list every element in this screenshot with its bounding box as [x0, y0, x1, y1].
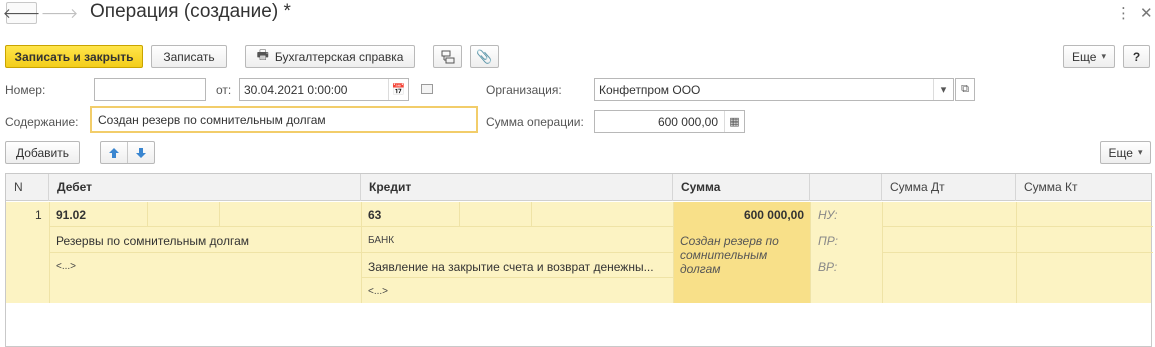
- window-title: Операция (создание) *: [90, 1, 291, 22]
- date-label: от:: [216, 83, 232, 97]
- column-divider: [219, 202, 220, 226]
- structure-button[interactable]: [433, 45, 462, 68]
- accounting-report-button[interactable]: 🖶 Бухгалтерская справка: [245, 45, 415, 68]
- chevron-down-icon: ▾: [1137, 147, 1143, 157]
- arrow-up-icon: [108, 147, 119, 158]
- forward-button[interactable]: 🡒: [41, 2, 79, 24]
- amount-value[interactable]: 600 000,00: [673, 208, 804, 222]
- col-credit[interactable]: Кредит: [361, 174, 673, 201]
- table-more-label: Еще: [1108, 145, 1133, 160]
- calendar-icon[interactable]: 📅: [388, 79, 408, 100]
- credit-subconto-1[interactable]: БАНК: [368, 235, 394, 246]
- paperclip-icon: 📎: [476, 48, 493, 64]
- structure-icon: [441, 50, 454, 63]
- content-label: Содержание:: [5, 115, 79, 129]
- col-debit[interactable]: Дебет: [49, 174, 361, 201]
- arrow-down-icon: [135, 147, 146, 158]
- content-value: Создан резерв по сомнительным долгам: [98, 112, 326, 127]
- more-button-label: Еще: [1072, 49, 1097, 64]
- table-header: N Дебет Кредит Сумма Сумма Дт Сумма Кт: [6, 174, 1151, 201]
- row-divider: [361, 277, 673, 278]
- col-n[interactable]: N: [6, 174, 49, 201]
- more-actions-icon[interactable]: ⋮: [1116, 4, 1131, 22]
- accounting-report-label: Бухгалтерская справка: [274, 49, 404, 64]
- history-icon[interactable]: [421, 84, 433, 94]
- col-sum-kt[interactable]: Сумма Кт: [1016, 174, 1153, 201]
- date-value: 30.04.2021 0:00:00: [244, 82, 348, 97]
- sum-value: 600 000,00: [657, 114, 718, 129]
- open-icon: ⧉: [961, 83, 969, 95]
- organization-field[interactable]: Конфетпром ООО ▾: [594, 78, 954, 101]
- date-field[interactable]: 30.04.2021 0:00:00 📅: [239, 78, 409, 101]
- back-button[interactable]: 🡐: [3, 2, 40, 24]
- number-field[interactable]: [94, 78, 206, 101]
- save-button[interactable]: Записать: [151, 45, 227, 68]
- nu-label: НУ:: [818, 208, 838, 222]
- sum-field[interactable]: 600 000,00 ▦: [594, 110, 745, 133]
- column-divider: [531, 202, 532, 226]
- credit-subconto-2[interactable]: Заявление на закрытие счета и возврат де…: [368, 260, 654, 274]
- help-button[interactable]: ?: [1123, 45, 1150, 68]
- dropdown-icon[interactable]: ▾: [933, 79, 953, 100]
- arrow-right-icon: 🡒: [40, 4, 79, 21]
- row-number: 1: [35, 208, 42, 222]
- entries-table: N Дебет Кредит Сумма Сумма Дт Сумма Кт 1…: [5, 173, 1153, 347]
- row-divider: [882, 252, 1153, 253]
- vr-label: ВР:: [818, 260, 838, 274]
- move-up-button[interactable]: [101, 142, 128, 163]
- col-amount[interactable]: Сумма: [673, 174, 810, 201]
- entry-content[interactable]: Создан резерв по сомнительным долгам: [680, 234, 800, 276]
- credit-subconto-3[interactable]: <...>: [368, 286, 388, 297]
- debit-account[interactable]: 91.02: [56, 208, 86, 222]
- debit-subconto-1[interactable]: Резервы по сомнительным долгам: [56, 234, 249, 248]
- table-more-button[interactable]: Еще ▾: [1100, 141, 1151, 164]
- organization-value: Конфетпром ООО: [599, 82, 701, 97]
- column-divider: [810, 202, 811, 303]
- col-sum-dt[interactable]: Сумма Дт: [882, 174, 1016, 201]
- row-divider: [49, 226, 673, 227]
- row-divider: [49, 252, 673, 253]
- add-row-button[interactable]: Добавить: [5, 141, 80, 164]
- pr-label: ПР:: [818, 234, 838, 248]
- content-field[interactable]: Создан резерв по сомнительным долгам: [90, 106, 478, 133]
- move-buttons: [100, 141, 155, 164]
- open-organization-button[interactable]: ⧉: [955, 78, 975, 101]
- organization-label: Организация:: [486, 83, 562, 97]
- printer-icon: 🖶: [256, 46, 269, 62]
- move-down-button[interactable]: [128, 142, 154, 163]
- col-tax-type[interactable]: [810, 174, 882, 201]
- more-button[interactable]: Еще ▾: [1063, 45, 1115, 68]
- column-divider: [147, 202, 148, 226]
- sum-label: Сумма операции:: [486, 115, 584, 129]
- credit-account[interactable]: 63: [368, 208, 381, 222]
- arrow-left-icon: 🡐: [2, 4, 41, 21]
- chevron-down-icon: ▾: [1101, 51, 1106, 61]
- row-divider: [882, 226, 1153, 227]
- debit-subconto-2[interactable]: <...>: [56, 261, 76, 272]
- attach-button[interactable]: 📎: [470, 45, 499, 68]
- calculator-icon[interactable]: ▦: [724, 111, 744, 132]
- number-label: Номер:: [5, 83, 46, 97]
- save-and-close-button[interactable]: Записать и закрыть: [5, 45, 143, 68]
- close-icon[interactable]: ✕: [1140, 4, 1153, 22]
- column-divider: [459, 202, 460, 226]
